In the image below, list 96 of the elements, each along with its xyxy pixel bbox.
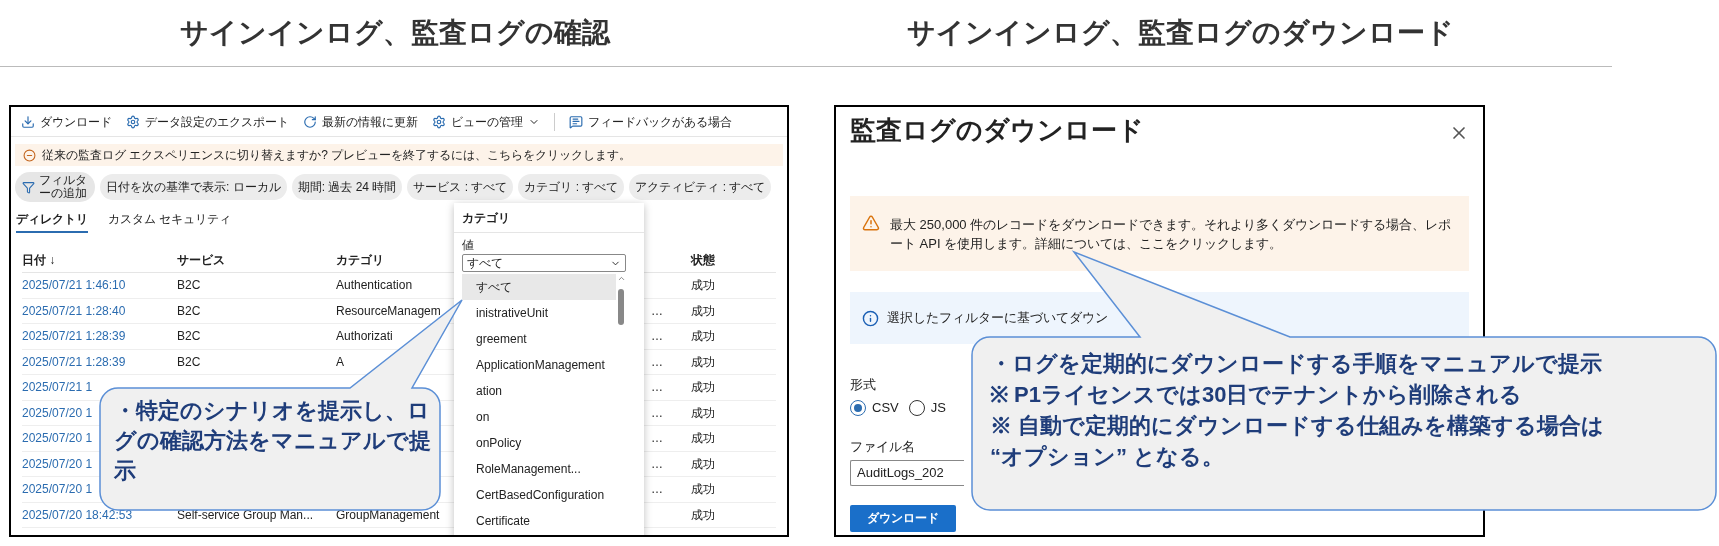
table-cell: B2C bbox=[177, 303, 201, 318]
table-cell: Authentication bbox=[336, 278, 413, 293]
toolbar-button[interactable]: ダウンロード bbox=[21, 112, 112, 131]
field-label: 値 bbox=[462, 238, 474, 252]
list-option[interactable]: すべて bbox=[462, 274, 616, 300]
table-cell: B2C bbox=[177, 329, 201, 344]
refresh-icon bbox=[303, 114, 317, 129]
filter-chip[interactable]: 期間: 過去 24 時間 bbox=[291, 174, 403, 200]
list-option[interactable]: inistrativeUnit bbox=[462, 300, 616, 326]
list-option[interactable]: ApplicationManagement bbox=[462, 352, 616, 378]
warning-icon bbox=[862, 214, 880, 232]
list-option[interactable]: greement bbox=[462, 326, 616, 352]
list-option[interactable]: CertBasedConfiguration bbox=[462, 482, 616, 508]
callout-text: ・特定のシナリオを提示し、ログの確認方法をマニュアルで提示 bbox=[114, 397, 432, 485]
table-cell: GroupManagement bbox=[336, 507, 440, 522]
column-header[interactable]: カテゴリ bbox=[336, 250, 384, 269]
column-header[interactable]: サービス bbox=[177, 250, 225, 269]
slide-title: サインインログ、監査ログのダウンロード bbox=[906, 16, 1454, 50]
list-option[interactable]: Certificate bbox=[462, 508, 616, 534]
filter-chip[interactable]: カテゴリ : すべて bbox=[518, 174, 625, 200]
table-cell-text: 成功 bbox=[691, 481, 715, 499]
table-cell: … bbox=[651, 303, 663, 318]
toolbar-button[interactable]: ビューの管理 bbox=[432, 112, 540, 131]
column-header[interactable]: 日付 ↓ bbox=[22, 250, 56, 269]
table-cell: … bbox=[651, 405, 663, 420]
filter-chip[interactable]: アクティビティ : すべて bbox=[629, 174, 772, 200]
scroll-up-icon[interactable] bbox=[616, 274, 626, 283]
gear-icon bbox=[432, 114, 446, 129]
table-cell: … bbox=[651, 431, 663, 446]
select-field[interactable]: すべて bbox=[462, 254, 626, 272]
callout-text: “オプション” となる。 bbox=[990, 443, 1225, 471]
callout-text: ※ 自動で定期的にダウンロードする仕組みを構築する場合は bbox=[990, 412, 1605, 440]
feedback-icon bbox=[569, 114, 583, 129]
table-cell-text: 成功 bbox=[691, 379, 715, 397]
list-option[interactable]: RoleManagement... bbox=[462, 456, 616, 482]
download-icon bbox=[21, 114, 35, 129]
notice-text: 従来の監査ログ エクスペリエンスに切り替えますか? プレビューを終了するには、こちらをクリックします。 bbox=[42, 147, 632, 164]
table-cell-text: 成功 bbox=[691, 404, 715, 422]
table-cell: Self-service Group Man... bbox=[177, 507, 314, 522]
toolbar-button[interactable]: データ設定のエクスポート bbox=[126, 112, 289, 131]
table-cell: B2C bbox=[177, 278, 201, 293]
table-cell: … bbox=[651, 456, 663, 471]
date-link[interactable]: 2025/07/20 1 bbox=[22, 403, 93, 422]
list-option[interactable]: ation bbox=[462, 378, 616, 404]
add-filter-button[interactable]: フィルターの追加 bbox=[15, 172, 95, 202]
table-cell: … bbox=[651, 380, 663, 395]
minus-circle-icon bbox=[23, 148, 36, 162]
info-text: 選択したフィルターに基づいてダウン bbox=[887, 309, 1108, 328]
tab[interactable]: カスタム セキュリティ bbox=[108, 210, 232, 233]
date-link[interactable]: 2025/07/20 1 bbox=[22, 429, 93, 448]
table-cell-text: 成功 bbox=[691, 277, 715, 295]
column-header[interactable]: 状態 bbox=[691, 250, 715, 269]
date-link[interactable]: 2025/07/21 1:46:10 bbox=[22, 276, 126, 295]
list-option[interactable]: on bbox=[462, 404, 616, 430]
dialog-title: 監査ログのダウンロード bbox=[850, 114, 1144, 147]
callout-text: ・ログを定期的にダウンロードする手順をマニュアルで提示 bbox=[990, 350, 1602, 378]
date-link[interactable]: 2025/07/20 1 bbox=[22, 480, 93, 499]
table-cell: B2C bbox=[177, 354, 201, 369]
date-link[interactable]: 2025/07/21 1:28:40 bbox=[22, 301, 126, 320]
slide-title: サインインログ、監査ログの確認 bbox=[180, 16, 610, 50]
warning-text: 最大 250,000 件のレコードをダウンロードできます。それより多くダウンロードする場合、レポート API を使用します。詳細については、ここをクリックします。 bbox=[890, 215, 1453, 253]
callout-text: ※ P1ライセンスでは30日でテナントから削除される bbox=[990, 381, 1523, 409]
table-cell-text: 成功 bbox=[691, 455, 715, 473]
list-option[interactable]: onPolicy bbox=[462, 430, 616, 456]
toolbar-button[interactable]: フィードバックがある場合 bbox=[569, 112, 732, 131]
tab[interactable]: ディレクトリ bbox=[16, 210, 88, 233]
filter-icon bbox=[22, 180, 35, 194]
date-link[interactable]: 2025/07/21 1:28:39 bbox=[22, 327, 126, 346]
field-label: ファイル名 bbox=[850, 438, 915, 454]
date-link[interactable]: 2025/07/21 1:28:39 bbox=[22, 352, 126, 371]
radio-label: CSV bbox=[872, 399, 899, 417]
table-cell: A bbox=[336, 354, 344, 369]
table-cell-text: 成功 bbox=[691, 302, 715, 320]
table-cell: … bbox=[651, 329, 663, 344]
filter-chip[interactable]: サービス : すべて bbox=[407, 174, 514, 200]
dropdown-title: カテゴリ bbox=[462, 209, 510, 227]
date-link[interactable]: 2025/07/20 1 bbox=[22, 454, 93, 473]
download-button[interactable]: ダウンロード bbox=[850, 504, 956, 532]
table-cell-text: 成功 bbox=[691, 328, 715, 346]
table-cell: … bbox=[651, 482, 663, 497]
table-cell-text: 成功 bbox=[691, 506, 715, 524]
table-cell: ResourceManagem bbox=[336, 303, 441, 318]
date-link[interactable]: 2025/07/21 1 bbox=[22, 378, 93, 397]
radio-label: JS bbox=[930, 399, 946, 417]
filter-chip[interactable]: 日付を次の基準で表示: ローカル bbox=[100, 174, 287, 200]
filename-field[interactable]: AuditLogs_202 bbox=[850, 459, 964, 486]
scrollbar-thumb[interactable] bbox=[618, 289, 624, 325]
info-icon bbox=[862, 309, 879, 327]
table-cell: Authorizati bbox=[336, 329, 393, 344]
gear-icon bbox=[126, 114, 140, 129]
table-cell-text: 成功 bbox=[691, 430, 715, 448]
field-label: 形式 bbox=[850, 377, 876, 392]
table-cell-text: 成功 bbox=[691, 353, 715, 371]
date-link[interactable]: 2025/07/20 18:42:53 bbox=[22, 505, 133, 524]
table-cell: … bbox=[651, 354, 663, 369]
toolbar-button[interactable]: 最新の情報に更新 bbox=[303, 112, 418, 131]
